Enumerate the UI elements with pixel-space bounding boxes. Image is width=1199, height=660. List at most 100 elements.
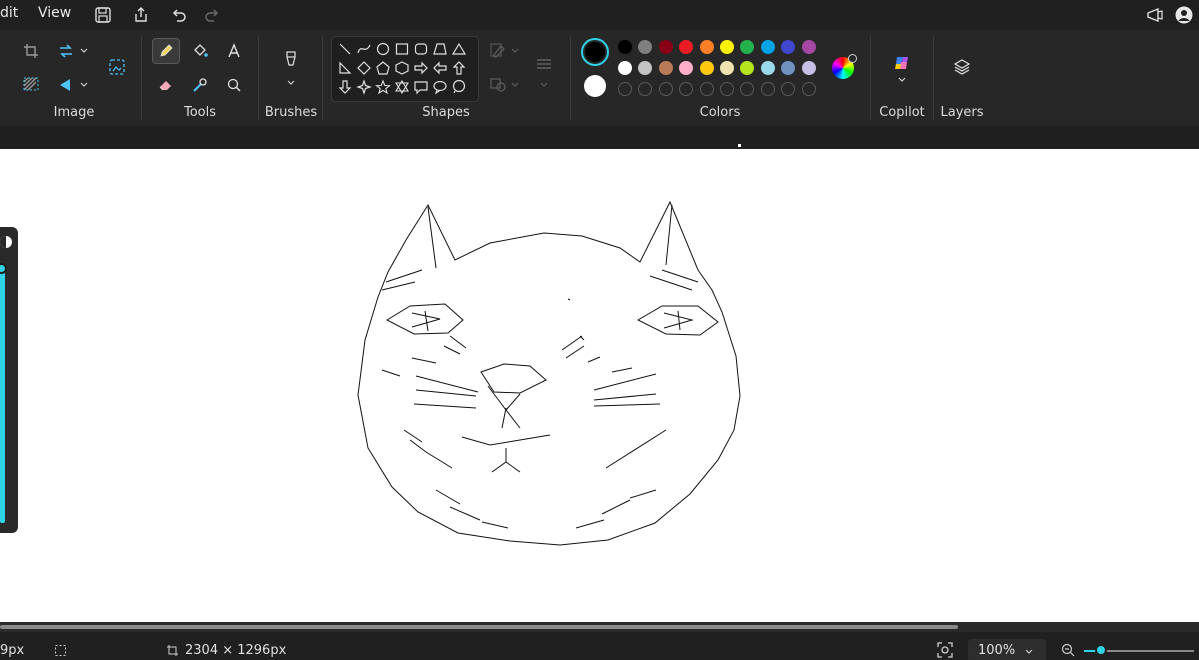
canvas-resize-handle[interactable]: [738, 144, 741, 147]
oval-shape-icon[interactable]: [375, 41, 391, 57]
custom-color-slot[interactable]: [699, 82, 714, 96]
color-swatch[interactable]: [658, 61, 673, 75]
brush-size-slider-track[interactable]: [0, 271, 5, 523]
arrow-left-shape-icon[interactable]: [432, 60, 448, 76]
custom-color-slot[interactable]: [781, 82, 796, 96]
chevron-down-icon[interactable]: [510, 80, 520, 90]
four-point-star-shape-icon[interactable]: [356, 79, 372, 95]
brush-size-slider-thumb[interactable]: [0, 263, 7, 274]
scrollbar-thumb[interactable]: [0, 625, 958, 629]
hexagon-shape-icon[interactable]: [394, 60, 410, 76]
fill-style-icon[interactable]: [484, 72, 512, 98]
color-swatch[interactable]: [658, 40, 673, 54]
arrow-down-shape-icon[interactable]: [337, 79, 353, 95]
custom-color-slot[interactable]: [638, 82, 653, 96]
rect-callout-shape-icon[interactable]: [413, 79, 429, 95]
custom-color-slot[interactable]: [740, 82, 755, 96]
color-swatch[interactable]: [781, 40, 796, 54]
chevron-down-icon[interactable]: [79, 80, 89, 90]
oval-callout-shape-icon[interactable]: [432, 79, 448, 95]
layers-icon[interactable]: [948, 54, 976, 80]
horizontal-scrollbar[interactable]: [0, 622, 1199, 632]
brush-icon[interactable]: [277, 46, 305, 72]
chevron-down-icon[interactable]: [286, 78, 296, 88]
triangle-shape-icon[interactable]: [451, 41, 467, 57]
cloud-callout-shape-icon[interactable]: [451, 79, 467, 95]
chevron-down-icon[interactable]: [897, 75, 907, 85]
save-icon[interactable]: [92, 4, 114, 26]
color-swatch[interactable]: [638, 61, 653, 75]
primary-color-selector[interactable]: [581, 38, 609, 66]
color-swatch[interactable]: [740, 40, 755, 54]
feedback-icon[interactable]: [1144, 4, 1166, 26]
five-point-star-shape-icon[interactable]: [375, 79, 391, 95]
color-swatch[interactable]: [720, 61, 734, 75]
custom-color-slot[interactable]: [618, 82, 632, 96]
image-select-icon[interactable]: [103, 54, 131, 80]
zoom-slider-thumb[interactable]: [1095, 644, 1107, 656]
secondary-color-selector[interactable]: [584, 75, 606, 97]
group-label-copilot[interactable]: Copilot: [876, 105, 928, 120]
chevron-down-icon[interactable]: [79, 46, 89, 56]
custom-color-slot[interactable]: [760, 82, 775, 96]
account-avatar-icon[interactable]: [1173, 4, 1195, 26]
group-label-tools: Tools: [183, 105, 217, 120]
color-swatch[interactable]: [679, 40, 694, 54]
text-tool-icon[interactable]: [220, 38, 248, 64]
color-swatch[interactable]: [740, 61, 755, 75]
share-icon[interactable]: [130, 4, 152, 26]
chevron-down-icon[interactable]: [510, 46, 520, 56]
zoom-out-icon[interactable]: [1060, 642, 1076, 658]
ribbon-divider: [322, 36, 323, 120]
color-swatch[interactable]: [760, 61, 775, 75]
six-point-star-shape-icon[interactable]: [394, 79, 410, 95]
fill-bucket-icon[interactable]: [186, 38, 214, 64]
background-removal-icon[interactable]: [17, 72, 45, 98]
color-swatch[interactable]: [618, 40, 632, 54]
color-swatch[interactable]: [760, 40, 775, 54]
edit-colors-icon[interactable]: [832, 54, 857, 79]
color-swatch[interactable]: [801, 61, 816, 75]
custom-color-slot[interactable]: [720, 82, 734, 96]
redo-icon[interactable]: [201, 4, 223, 26]
color-swatch[interactable]: [720, 40, 734, 54]
rectangle-shape-icon[interactable]: [394, 41, 410, 57]
chevron-down-icon[interactable]: [539, 80, 549, 90]
color-swatch[interactable]: [618, 61, 632, 75]
rounded-rectangle-shape-icon[interactable]: [413, 41, 429, 57]
resize-icon[interactable]: [52, 38, 80, 64]
pencil-tool-icon[interactable]: [152, 38, 180, 64]
color-swatch[interactable]: [801, 40, 816, 54]
color-swatch[interactable]: [781, 61, 796, 75]
custom-color-slot[interactable]: [658, 82, 673, 96]
line-size-icon[interactable]: [530, 52, 558, 78]
custom-color-slot[interactable]: [679, 82, 694, 96]
color-swatch[interactable]: [699, 61, 714, 75]
drawing-canvas[interactable]: [0, 149, 1199, 622]
outline-icon[interactable]: [484, 38, 512, 64]
flip-icon[interactable]: [52, 72, 80, 98]
color-picker-icon[interactable]: [186, 72, 214, 98]
diamond-shape-icon[interactable]: [356, 60, 372, 76]
arrow-right-shape-icon[interactable]: [413, 60, 429, 76]
magnifier-icon[interactable]: [220, 72, 248, 98]
arrow-up-shape-icon[interactable]: [451, 60, 467, 76]
fit-to-window-icon[interactable]: [936, 641, 954, 659]
custom-color-slot[interactable]: [801, 82, 816, 96]
zoom-dropdown[interactable]: 100%: [968, 639, 1046, 660]
undo-icon[interactable]: [168, 4, 190, 26]
right-triangle-shape-icon[interactable]: [337, 60, 353, 76]
curve-shape-icon[interactable]: [356, 41, 372, 57]
menu-view[interactable]: View: [38, 5, 71, 21]
group-label-layers[interactable]: Layers: [938, 105, 986, 120]
menu-edit[interactable]: dit: [0, 5, 18, 21]
color-swatch[interactable]: [638, 40, 653, 54]
crop-icon[interactable]: [17, 38, 45, 64]
polygon-shape-icon[interactable]: [432, 41, 448, 57]
color-swatch[interactable]: [679, 61, 694, 75]
copilot-icon[interactable]: [888, 50, 916, 76]
eraser-icon[interactable]: [152, 72, 180, 98]
line-shape-icon[interactable]: [337, 41, 353, 57]
pentagon-shape-icon[interactable]: [375, 60, 391, 76]
color-swatch[interactable]: [699, 40, 714, 54]
